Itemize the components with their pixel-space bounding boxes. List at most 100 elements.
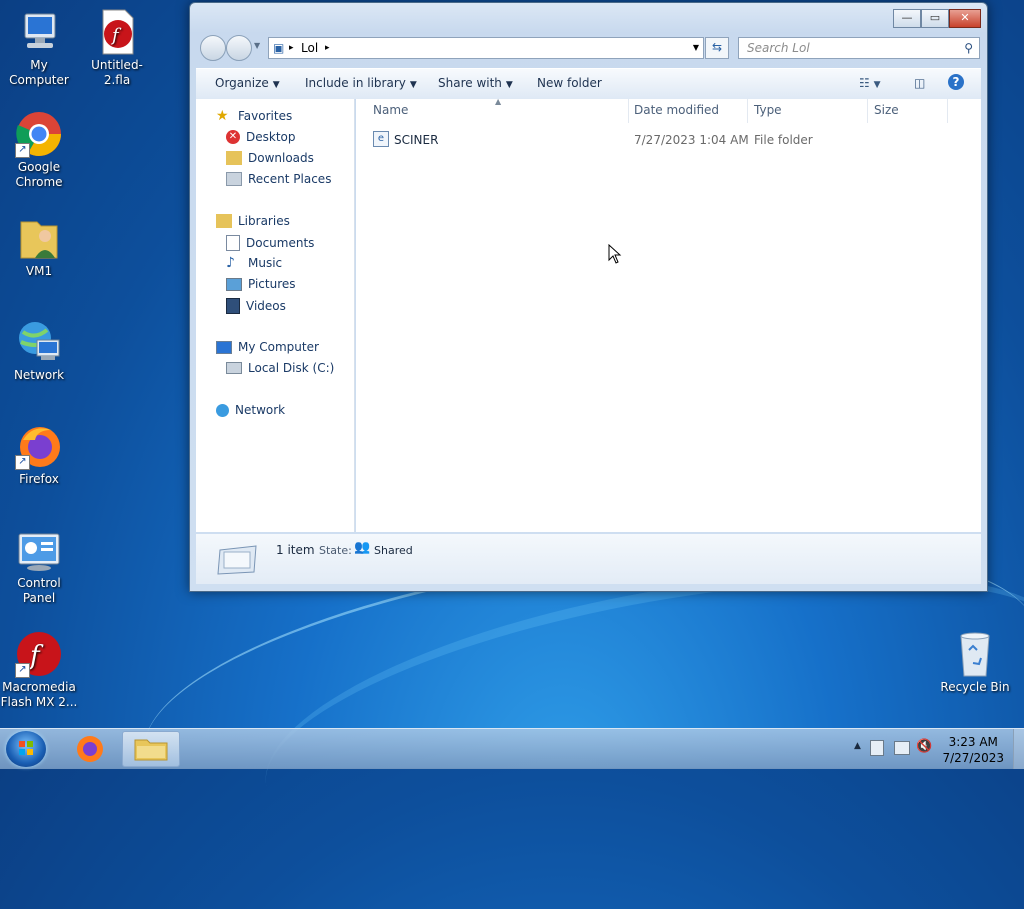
nav-network[interactable]: Network xyxy=(216,403,285,417)
taskbar-firefox[interactable] xyxy=(62,731,118,765)
flash-app-icon: f ↗ xyxy=(15,630,63,678)
desktop-icon-label: VM1 xyxy=(25,264,53,278)
desktop-icon-label: Macromedia Flash MX 2... xyxy=(0,680,78,709)
taskbar: ▲ 🔇 3:23 AM 7/27/2023 xyxy=(0,728,1024,769)
chrome-icon: ↗ xyxy=(15,110,63,158)
column-header-size[interactable]: Size xyxy=(874,103,899,117)
nav-recent-places[interactable]: Recent Places xyxy=(226,172,331,186)
new-folder-button[interactable]: New folder xyxy=(537,76,602,90)
disk-icon xyxy=(226,362,242,374)
nav-favorites[interactable]: ★ Favorites xyxy=(216,109,292,123)
network-status-icon[interactable] xyxy=(894,741,910,755)
chevron-down-icon: ▼ xyxy=(272,80,280,90)
refresh-button[interactable]: ⇆ xyxy=(705,37,729,59)
downloads-icon xyxy=(226,151,242,165)
volume-muted-icon[interactable]: 🔇 xyxy=(916,739,932,754)
minimize-button[interactable]: — xyxy=(893,9,921,28)
address-dropdown-icon[interactable]: ▼ xyxy=(693,43,699,52)
file-date: 7/27/2023 1:04 AM xyxy=(634,133,749,147)
file-row[interactable]: e SCINER 7/27/2023 1:04 AM File folder xyxy=(356,129,956,149)
star-icon: ★ xyxy=(216,108,229,124)
explorer-folder-icon xyxy=(134,739,168,761)
desktop-icon-network[interactable]: Network xyxy=(0,318,78,383)
desktop-icon-recycle-bin[interactable]: Recycle Bin xyxy=(936,630,1014,695)
user-folder-icon xyxy=(15,214,63,262)
show-desktop-button[interactable] xyxy=(1013,729,1024,769)
start-button[interactable] xyxy=(6,731,46,767)
file-name[interactable]: SCINER xyxy=(394,133,438,147)
clock-date: 7/27/2023 xyxy=(942,751,1004,765)
sort-indicator-icon: ▲ xyxy=(495,97,502,106)
nav-desktop[interactable]: ✕ Desktop xyxy=(226,130,296,144)
nav-videos[interactable]: Videos xyxy=(226,298,286,314)
desktop-icon-vm1[interactable]: VM1 xyxy=(0,214,78,279)
desktop-icon-control-panel[interactable]: Control Panel xyxy=(0,526,78,606)
file-list[interactable]: ▲ Name Date modified Type Size e SCINER … xyxy=(356,97,981,532)
close-button[interactable]: ✕ xyxy=(949,9,981,28)
help-icon[interactable]: ? xyxy=(948,74,964,90)
search-placeholder: Search Lol xyxy=(747,41,810,55)
control-panel-icon xyxy=(15,526,63,574)
command-bar: Organize ▼ Include in library ▼ Share with… xyxy=(196,68,981,99)
caption-buttons: — ▭ ✕ xyxy=(893,9,981,28)
desktop-icon-label: Recycle Bin xyxy=(940,680,1010,694)
column-header-date[interactable]: Date modified xyxy=(634,103,719,117)
documents-icon xyxy=(226,235,240,251)
forward-button[interactable] xyxy=(226,35,252,61)
state-value: Shared xyxy=(374,544,413,557)
windows-logo-icon xyxy=(19,741,33,755)
nav-local-disk[interactable]: Local Disk (C:) xyxy=(226,361,334,375)
folder-large-icon xyxy=(217,545,257,575)
breadcrumb-separator[interactable]: ▸ xyxy=(325,43,330,53)
breadcrumb-lol[interactable]: Lol xyxy=(301,41,318,55)
shortcut-folder-icon: e xyxy=(373,131,389,147)
show-hidden-icons-button[interactable]: ▲ xyxy=(854,741,861,751)
column-header-name[interactable]: Name xyxy=(373,103,408,117)
firefox-icon xyxy=(77,736,103,762)
pictures-icon xyxy=(226,277,242,291)
include-in-library-button[interactable]: Include in library ▼ xyxy=(305,76,417,90)
nav-pictures[interactable]: Pictures xyxy=(226,277,296,291)
desktop-icon-label: Control Panel xyxy=(17,576,61,605)
network-icon xyxy=(15,318,63,366)
desktop-icon-my-computer[interactable]: My Computer xyxy=(0,8,78,88)
clock-time: 3:23 AM xyxy=(948,735,998,749)
clock[interactable]: 3:23 AM 7/27/2023 xyxy=(942,734,1004,766)
search-icon[interactable]: ⚲ xyxy=(964,41,973,55)
shortcut-arrow-icon: ↗ xyxy=(15,663,30,678)
desktop-icon-firefox[interactable]: ↗ Firefox xyxy=(0,422,78,487)
action-center-icon[interactable] xyxy=(870,740,884,756)
organize-button[interactable]: Organize ▼ xyxy=(215,76,280,90)
search-box[interactable]: Search Lol ⚲ xyxy=(738,37,980,59)
nav-documents[interactable]: Documents xyxy=(226,235,314,251)
address-bar[interactable]: ▣ ▸ Lol ▸ ▼ xyxy=(268,37,704,59)
maximize-button[interactable]: ▭ xyxy=(921,9,949,28)
nav-music[interactable]: ♪ Music xyxy=(226,256,282,270)
breadcrumb-separator[interactable]: ▸ xyxy=(289,43,294,53)
share-with-button[interactable]: Share with ▼ xyxy=(438,76,513,90)
nav-libraries[interactable]: Libraries xyxy=(216,214,290,228)
column-divider[interactable] xyxy=(747,99,748,123)
nav-my-computer[interactable]: My Computer xyxy=(216,340,319,354)
shortcut-arrow-icon: ↗ xyxy=(15,455,30,470)
firefox-icon: ↗ xyxy=(15,422,63,470)
desktop-icon-label: Firefox xyxy=(19,472,59,486)
nav-downloads[interactable]: Downloads xyxy=(226,151,314,165)
taskbar-explorer[interactable] xyxy=(122,731,180,767)
view-options-icon[interactable]: ☷ ▼ xyxy=(859,76,881,90)
desktop-icon-google-chrome[interactable]: ↗ Google Chrome xyxy=(0,110,78,190)
desktop-icon-untitled-fla[interactable]: f Untitled-2.fla xyxy=(78,8,156,88)
column-divider[interactable] xyxy=(947,99,948,123)
recent-pages-dropdown[interactable]: ▼ xyxy=(254,41,260,50)
column-divider[interactable] xyxy=(867,99,868,123)
column-header-type[interactable]: Type xyxy=(754,103,782,117)
file-type: File folder xyxy=(754,133,813,147)
desktop-icon-label: Untitled-2.fla xyxy=(91,58,143,87)
column-divider[interactable] xyxy=(628,99,629,123)
explorer-window[interactable]: — ▭ ✕ ▼ ▣ ▸ Lol ▸ ▼ ⇆ Search Lol ⚲ Organ… xyxy=(189,2,988,592)
shortcut-arrow-icon: ↗ xyxy=(15,143,30,158)
back-button[interactable] xyxy=(200,35,226,61)
desktop-icon-macromedia-flash[interactable]: f ↗ Macromedia Flash MX 2... xyxy=(0,630,78,710)
libraries-icon xyxy=(216,214,232,228)
preview-pane-icon[interactable]: ◫ xyxy=(914,76,925,90)
